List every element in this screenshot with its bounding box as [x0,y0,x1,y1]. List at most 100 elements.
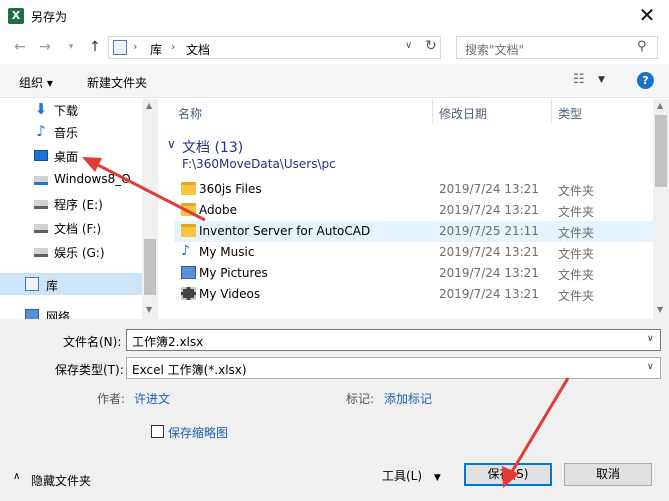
new-folder-button[interactable]: 新建文件夹 [87,74,147,91]
organize-menu[interactable]: 组织 ▾ [19,74,53,91]
item-name: My Music [199,245,255,259]
nav-item-label: Windows8_O [54,172,131,186]
excel-icon: X [8,8,24,24]
list-item[interactable]: Adobe 2019/7/24 13:21 文件夹 [174,200,653,221]
group-header[interactable]: 文档 (13) [182,137,243,157]
nav-item-label: 文档 (F:) [54,222,102,236]
item-type: 文件夹 [558,268,595,282]
item-date: 2019/7/24 13:21 [439,266,539,280]
search-placeholder: 搜索"文档" [465,43,525,57]
list-item[interactable]: 360js Files 2019/7/24 13:21 文件夹 [174,179,653,200]
list-item[interactable]: ♪ My Music 2019/7/24 13:21 文件夹 [174,242,653,263]
scroll-up-icon[interactable]: ▲ [146,101,152,110]
nav-scrollbar[interactable]: ▲ ▼ [142,99,158,319]
item-type: 文件夹 [558,226,595,240]
column-header-name[interactable]: 名称 [178,105,202,122]
chevron-down-icon[interactable]: ∨ [647,362,654,372]
nav-item-music[interactable]: ♪ 音乐 [0,121,142,143]
nav-item-drive-c[interactable]: Windows8_O [0,169,142,191]
save-thumbnail-label[interactable]: 保存缩略图 [168,424,228,441]
chevron-down-icon[interactable]: ∨ [167,137,176,151]
nav-item-label: 库 [46,279,59,293]
column-header-type[interactable]: 类型 [558,105,582,122]
nav-item-network[interactable]: 网络 [0,305,142,319]
save-button[interactable]: 保存(S) [464,463,552,486]
nav-item-label: 音乐 [54,126,79,140]
refresh-icon[interactable]: ↻ [425,38,437,54]
tags-field[interactable]: 添加标记 [384,390,432,407]
list-item[interactable]: My Pictures 2019/7/24 13:21 文件夹 [174,263,653,284]
drive-icon [34,224,48,233]
breadcrumb-chevron-icon[interactable]: › [133,40,137,53]
nav-item-desktop[interactable]: 桌面 [0,145,142,167]
view-options-icon[interactable]: ☷ [573,72,585,87]
address-bar[interactable]: › 库 › 文档 ∨ ↻ [108,36,441,59]
videos-folder-icon [181,287,196,300]
download-icon: ⬇ [34,100,48,118]
chevron-down-icon[interactable]: ∨ [647,334,654,344]
item-name: Inventor Server for AutoCAD [199,224,371,238]
item-name: My Pictures [199,266,268,280]
filetype-select[interactable]: Excel 工作簿(*.xlsx) ∨ [126,357,661,379]
help-icon[interactable]: ? [637,72,654,89]
item-type: 文件夹 [558,289,595,303]
scroll-down-icon[interactable]: ▼ [657,305,663,314]
nav-scroll-thumb[interactable] [144,239,156,295]
author-field[interactable]: 许进文 [134,390,170,407]
list-scrollbar[interactable]: ▲ ▼ [653,99,669,319]
command-bar: 组织 ▾ 新建文件夹 ☷ ▼ ? [0,64,669,98]
chevron-up-icon[interactable]: ∧ [13,471,20,482]
forward-icon[interactable]: → [36,38,54,56]
scroll-down-icon[interactable]: ▼ [146,305,152,314]
list-item[interactable]: Inventor Server for AutoCAD 2019/7/25 21… [174,221,653,242]
breadcrumb-documents[interactable]: 文档 [186,41,210,58]
column-header-date[interactable]: 修改日期 [439,105,487,122]
nav-item-downloads[interactable]: ⬇ 下载 [0,99,142,121]
library-icon [113,40,127,55]
window-title: 另存为 [31,10,68,24]
nav-item-label: 程序 (E:) [54,198,103,212]
breadcrumb-chevron-icon[interactable]: › [171,40,175,53]
back-icon[interactable]: ← [11,38,29,56]
tags-label: 标记: [346,392,375,406]
recent-locations-icon[interactable]: ▾ [62,38,80,56]
up-icon[interactable]: ↑ [86,38,104,56]
item-name: 360js Files [199,182,262,196]
pictures-folder-icon [181,266,196,279]
list-scroll-thumb[interactable] [655,115,667,187]
filename-value: 工作簿2.xlsx [132,335,204,349]
save-thumbnail-checkbox[interactable] [151,425,164,438]
column-divider[interactable] [432,99,433,123]
nav-item-drive-g[interactable]: 娱乐 (G:) [0,241,142,263]
filename-label: 文件名(N): [63,335,122,349]
nav-item-label: 下载 [54,104,79,118]
item-type: 文件夹 [558,205,595,219]
scroll-up-icon[interactable]: ▲ [657,101,663,110]
column-divider[interactable] [551,99,552,123]
nav-item-label: 娱乐 (G:) [54,246,105,260]
chevron-down-icon[interactable]: ∨ [405,40,412,51]
hide-folders-button[interactable]: 隐藏文件夹 [31,472,91,489]
breadcrumb-library[interactable]: 库 [150,41,162,58]
search-icon[interactable]: ⚲ [637,39,647,54]
nav-item-library[interactable]: 库 [0,273,142,295]
nav-item-drive-e[interactable]: 程序 (E:) [0,193,142,215]
filename-field[interactable]: 工作簿2.xlsx ∨ [126,329,661,351]
nav-item-drive-f[interactable]: 文档 (F:) [0,217,142,239]
cancel-button[interactable]: 取消 [564,463,652,486]
close-button[interactable]: ✕ [625,0,669,31]
group-path: F:\360MoveData\Users\pc [182,157,336,171]
tools-menu[interactable]: 工具(L) ▼ [382,467,441,484]
nav-item-label: 网络 [46,310,71,319]
filetype-value: Excel 工作簿(*.xlsx) [132,363,247,377]
navigation-pane: ⬇ 下载 ♪ 音乐 桌面 Windows8_O 程序 (E:) 文档 (F:) … [0,99,158,319]
author-label: 作者: [97,392,126,406]
chevron-down-icon[interactable]: ▼ [598,75,605,85]
tools-label: 工具(L) [382,469,423,483]
item-type: 文件夹 [558,247,595,261]
music-folder-icon: ♪ [181,243,190,259]
list-item[interactable]: My Videos 2019/7/24 13:21 文件夹 [174,284,653,305]
chevron-down-icon: ▼ [433,473,441,483]
filetype-label: 保存类型(T): [55,363,124,377]
search-input[interactable]: 搜索"文档" ⚲ [456,36,658,59]
